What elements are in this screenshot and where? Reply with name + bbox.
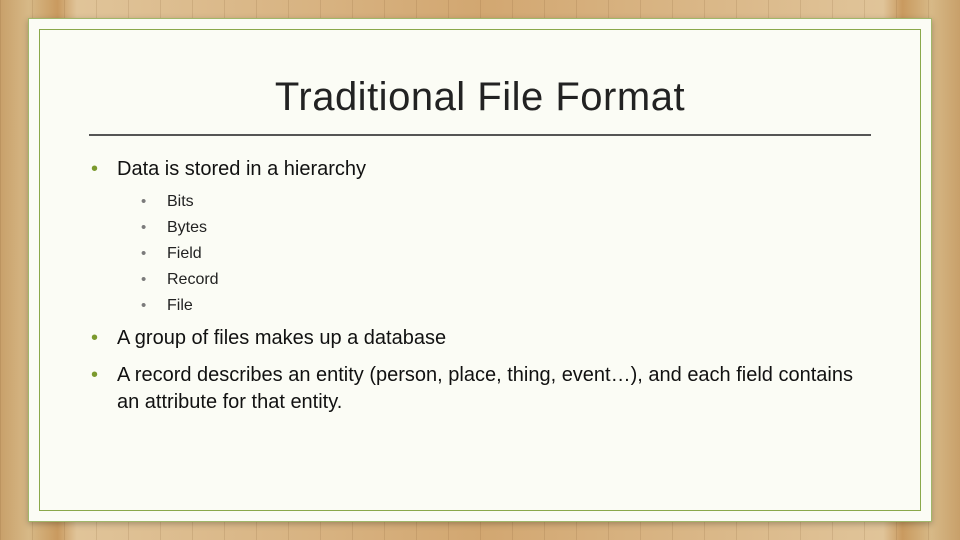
list-item: • Bytes: [141, 219, 871, 237]
bullet-icon: •: [89, 159, 117, 179]
title-rule: [89, 134, 871, 136]
bullet-icon: •: [141, 220, 167, 235]
sub-bullet-text: Field: [167, 245, 202, 263]
bullet-icon: •: [141, 298, 167, 313]
bullet-list: • Data is stored in a hierarchy • Bits •…: [89, 156, 871, 416]
sub-bullet-text: Bytes: [167, 219, 207, 237]
bullet-icon: •: [141, 194, 167, 209]
slide-content: Traditional File Format • Data is stored…: [39, 29, 921, 511]
list-item: • A group of files makes up a database: [89, 325, 871, 352]
slide-title: Traditional File Format: [89, 75, 871, 120]
bullet-text: A record describes an entity (person, pl…: [117, 362, 871, 416]
list-item: • File: [141, 297, 871, 315]
sub-bullet-text: Record: [167, 271, 219, 289]
bullet-text: Data is stored in a hierarchy: [117, 156, 366, 183]
list-item: • Bits: [141, 193, 871, 211]
bullet-icon: •: [141, 246, 167, 261]
sub-list: • Bits • Bytes • Field • Record: [141, 193, 871, 315]
bullet-icon: •: [89, 365, 117, 385]
list-item: • A record describes an entity (person, …: [89, 362, 871, 416]
bullet-icon: •: [141, 272, 167, 287]
list-item: • Record: [141, 271, 871, 289]
list-item: • Field: [141, 245, 871, 263]
list-item: • Data is stored in a hierarchy • Bits •…: [89, 156, 871, 315]
sub-bullet-text: Bits: [167, 193, 194, 211]
bullet-icon: •: [89, 328, 117, 348]
bullet-text: A group of files makes up a database: [117, 325, 446, 352]
sub-bullet-text: File: [167, 297, 193, 315]
slide-frame: Traditional File Format • Data is stored…: [28, 18, 932, 522]
